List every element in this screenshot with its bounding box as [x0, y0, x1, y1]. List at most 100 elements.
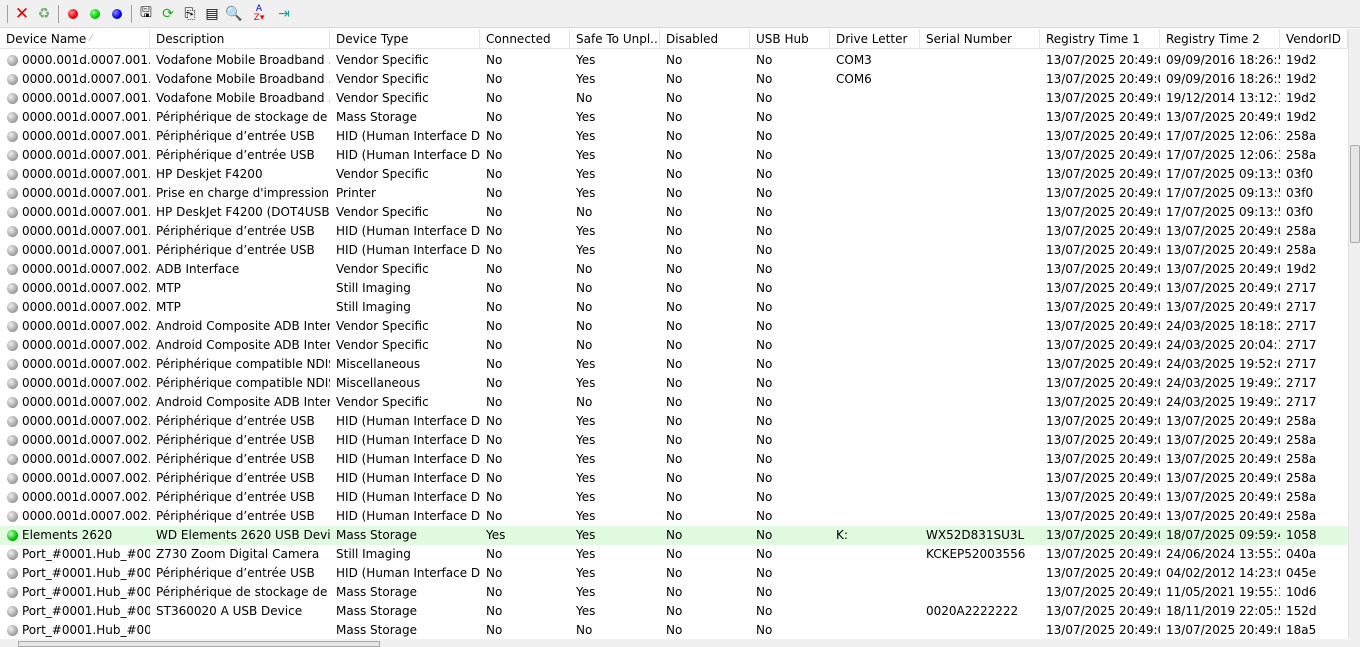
connect-green-icon[interactable]: [84, 3, 106, 25]
table-row[interactable]: 0000.001d.0007.002.00... Périphérique com…: [0, 355, 1348, 374]
column-header-usb-hub[interactable]: USB Hub: [750, 29, 830, 49]
cell-text: 13/07/2025 20:49:01: [1166, 262, 1280, 276]
cell-serial-number: KCKEP52003556: [920, 545, 1040, 564]
table-row[interactable]: 0000.001d.0007.001.00... Prise en charge …: [0, 184, 1348, 203]
cell-drive-letter: [830, 412, 920, 431]
cell-vendor-id: 2717: [1280, 355, 1348, 374]
table-row[interactable]: 0000.001d.0007.002.00... Périphérique d’e…: [0, 450, 1348, 469]
cell-text: HID (Human Interface D...: [336, 490, 480, 504]
table-row[interactable]: 0000.001d.0007.002.00... Périphérique d’e…: [0, 469, 1348, 488]
table-row[interactable]: 0000.001d.0007.002.00... ADB Interface Ven…: [0, 260, 1348, 279]
column-header-serial-number[interactable]: Serial Number: [920, 29, 1040, 49]
column-header-device-type[interactable]: Device Type: [330, 29, 480, 49]
cell-registry-time-1: 13/07/2025 20:49:01: [1040, 222, 1160, 241]
cell-description: Périphérique d’entrée USB: [150, 412, 330, 431]
table-row[interactable]: 0000.001d.0007.001.00... Périphérique d’e…: [0, 222, 1348, 241]
cell-vendor-id: 2717: [1280, 336, 1348, 355]
column-header-description[interactable]: Description: [150, 29, 330, 49]
table-row[interactable]: 0000.001d.0007.001.00... Périphérique de …: [0, 108, 1348, 127]
table-row[interactable]: 0000.001d.0007.002.00... Android Composit…: [0, 393, 1348, 412]
cell-text: Yes: [576, 604, 596, 618]
vertical-scrollbar[interactable]: [1348, 29, 1360, 639]
column-header-registry-time-1[interactable]: Registry Time 1: [1040, 29, 1160, 49]
column-header-disabled[interactable]: Disabled: [660, 29, 750, 49]
table-row[interactable]: 0000.001d.0007.002.00... Périphérique d’e…: [0, 488, 1348, 507]
delete-icon[interactable]: ✕: [11, 3, 33, 25]
table-row[interactable]: Port_#0001.Hub_#0005 ST360020 A USB Devic…: [0, 602, 1348, 621]
disconnected-status-icon: [7, 625, 18, 636]
horizontal-scroll-thumb[interactable]: [18, 641, 380, 647]
cell-usb-hub: No: [750, 317, 830, 336]
table-row[interactable]: Port_#0001.Hub_#0005 Mass Storage No No No No…: [0, 621, 1348, 640]
table-row[interactable]: Port_#0001.Hub_#0005 Z730 Zoom Digital Ca…: [0, 545, 1348, 564]
cell-vendor-id: 2717: [1280, 298, 1348, 317]
table-row[interactable]: Port_#0001.Hub_#0005 Périphérique de stoc…: [0, 583, 1348, 602]
table-row[interactable]: 0000.001d.0007.002.00... Android Composit…: [0, 336, 1348, 355]
table-row[interactable]: 0000.001d.0007.001.00... Périphérique d’e…: [0, 241, 1348, 260]
column-header-connected[interactable]: Connected: [480, 29, 570, 49]
table-row[interactable]: 0000.001d.0007.001.00... HP Deskjet F4200…: [0, 165, 1348, 184]
cell-safe-to-unplug: Yes: [570, 146, 660, 165]
table-row[interactable]: 0000.001d.0007.001.00... Périphérique d’e…: [0, 146, 1348, 165]
properties-icon[interactable]: ▤: [201, 3, 223, 25]
cell-disabled: No: [660, 317, 750, 336]
cell-text: 13/07/2025 20:49:00: [1046, 167, 1160, 181]
column-header-drive-letter[interactable]: Drive Letter: [830, 29, 920, 49]
table-row[interactable]: 0000.001d.0007.002.00... MTP Still Imaging…: [0, 279, 1348, 298]
cell-device-type: HID (Human Interface D...: [330, 507, 480, 526]
column-header-vendor-id[interactable]: VendorID: [1280, 29, 1348, 49]
cell-device-type: Printer: [330, 184, 480, 203]
cell-registry-time-1: 13/07/2025 20:49:01: [1040, 450, 1160, 469]
column-header-device-name[interactable]: Device Name ⁄: [0, 29, 150, 49]
sort-icon[interactable]: A Z▾: [245, 3, 273, 25]
cell-connected: No: [480, 583, 570, 602]
table-row[interactable]: 0000.001d.0007.002.00... Android Composit…: [0, 317, 1348, 336]
cell-registry-time-1: 13/07/2025 20:49:01: [1040, 89, 1160, 108]
cell-text: No: [756, 129, 773, 143]
column-header-safe-to-unplug[interactable]: Safe To Unpl...: [570, 29, 660, 49]
table-row[interactable]: Elements 2620 WD Elements 2620 USB Device…: [0, 526, 1348, 545]
column-header-registry-time-2[interactable]: Registry Time 2: [1160, 29, 1280, 49]
cell-text: 13/07/2025 20:49:00: [1046, 186, 1160, 200]
cell-text: HID (Human Interface D...: [336, 452, 480, 466]
exit-icon[interactable]: ⇥: [273, 3, 295, 25]
disconnect-red-icon[interactable]: [62, 3, 84, 25]
blue-icon[interactable]: [106, 3, 128, 25]
cell-drive-letter: [830, 298, 920, 317]
table-row[interactable]: 0000.001d.0007.002.00... Périphérique d’e…: [0, 412, 1348, 431]
refresh-icon[interactable]: ⟳: [157, 3, 179, 25]
cell-text: 13/07/2025 20:49:01: [1166, 471, 1280, 485]
cell-text: No: [756, 414, 773, 428]
table-row[interactable]: 0000.001d.0007.002.00... Périphérique d’e…: [0, 507, 1348, 526]
table-row[interactable]: 0000.001d.0007.001.00... HP DeskJet F4200…: [0, 203, 1348, 222]
cell-text: Yes: [576, 129, 596, 143]
cell-text: 0000.001d.0007.001.00...: [22, 53, 150, 67]
cell-disabled: No: [660, 564, 750, 583]
vertical-scroll-thumb[interactable]: [1350, 145, 1360, 243]
cell-vendor-id: 2717: [1280, 374, 1348, 393]
cell-text: No: [576, 300, 593, 314]
table-row[interactable]: 0000.001d.0007.001.00... Vodafone Mobile …: [0, 89, 1348, 108]
find-icon[interactable]: 🔍: [223, 3, 245, 25]
cell-text: Yes: [576, 243, 596, 257]
table-row[interactable]: 0000.001d.0007.001.00... Vodafone Mobile …: [0, 70, 1348, 89]
horizontal-scrollbar[interactable]: [0, 639, 1360, 647]
disconnected-status-icon: [7, 169, 18, 180]
uninstall-icon[interactable]: ♻: [33, 3, 55, 25]
table-row[interactable]: 0000.001d.0007.002.00... Périphérique d’e…: [0, 431, 1348, 450]
cell-text: 0000.001d.0007.001.00...: [22, 224, 150, 238]
table-row[interactable]: 0000.001d.0007.002.00... Périphérique com…: [0, 374, 1348, 393]
cell-text: HID (Human Interface D...: [336, 129, 480, 143]
cell-drive-letter: [830, 336, 920, 355]
table-row[interactable]: Port_#0001.Hub_#0005 Périphérique d’entré…: [0, 564, 1348, 583]
cell-registry-time-2: 18/07/2025 09:59:41: [1160, 526, 1280, 545]
table-row[interactable]: 0000.001d.0007.002.00... MTP Still Imaging…: [0, 298, 1348, 317]
cell-text: 0000.001d.0007.001.00...: [22, 167, 150, 181]
copy-icon[interactable]: ⎘: [179, 3, 201, 25]
save-icon[interactable]: 🖫: [135, 3, 157, 25]
cell-text: No: [666, 528, 683, 542]
table-row[interactable]: 0000.001d.0007.001.00... Périphérique d’e…: [0, 127, 1348, 146]
cell-connected: No: [480, 108, 570, 127]
cell-text: Printer: [336, 186, 376, 200]
table-row[interactable]: 0000.001d.0007.001.00... Vodafone Mobile …: [0, 51, 1348, 70]
